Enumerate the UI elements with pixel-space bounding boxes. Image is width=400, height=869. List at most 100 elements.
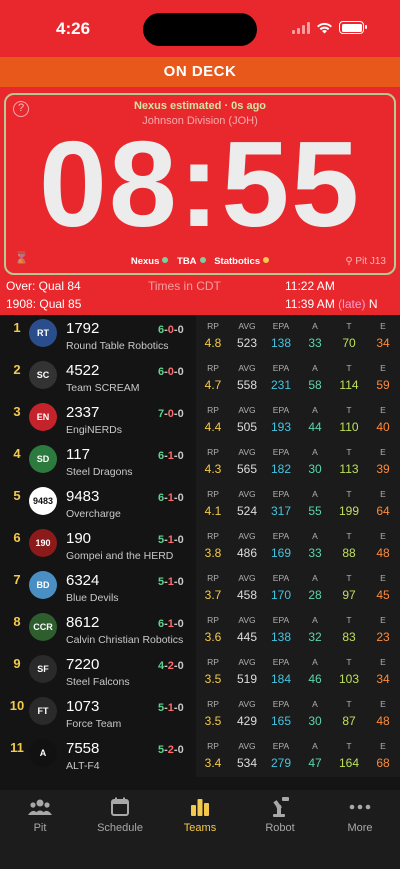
stat-value-epa: 279 — [270, 756, 292, 770]
stat-value-e: 64 — [376, 504, 390, 518]
stat-label-rp: RP — [207, 363, 219, 373]
stat-label-epa: EPA — [272, 573, 290, 583]
stat-label-rp: RP — [207, 615, 219, 625]
stat-value-rp: 3.5 — [204, 672, 222, 686]
team-logo: CCR — [29, 613, 57, 641]
stat-label-epa: EPA — [272, 615, 290, 625]
team-row[interactable]: 11 A 7558 ALT-F4 5-2-0 RP 3.4 AVG 534 EPA 279 A 47 T 1… — [0, 735, 400, 777]
stat-label-a: A — [312, 321, 318, 331]
stat-label-tele: T — [346, 657, 352, 667]
stat-value-e: 48 — [376, 714, 390, 728]
tab-schedule[interactable]: Schedule — [80, 796, 160, 834]
data-sources: Nexus TBA Statbotics — [6, 256, 394, 267]
match-timer-panel: ? Nexus estimated · 0s ago Johnson Divis… — [0, 87, 400, 315]
team-name: Blue Devils — [66, 592, 119, 604]
team-stats: RP 3.6 AVG 445 EPA 138 A 32 T 83 E 23 — [196, 609, 400, 651]
stat-label-a: A — [312, 405, 318, 415]
stat-label-e: E — [380, 489, 386, 499]
stat-label-a: A — [312, 363, 318, 373]
status-dot-tba — [199, 257, 206, 263]
team-row[interactable]: 1 RT 1792 Round Table Robotics 6-0-0 RP 4.8 AVG… — [0, 315, 400, 357]
stat-value-epa: 170 — [270, 588, 292, 602]
location-pin-icon: ⚲ — [345, 256, 353, 267]
record-ties: 0 — [177, 702, 184, 714]
source-nexus: Nexus — [131, 256, 169, 267]
team-row[interactable]: 8 CCR 8612 Calvin Christian Robotics 6-1-0 RP… — [0, 609, 400, 651]
stat-value-tele: 70 — [342, 336, 356, 350]
team-number: 2337 — [66, 404, 100, 421]
team-row[interactable]: 6 190 190 Gompei and the HERD 5-1-0 RP 3.8 AVG 4… — [0, 525, 400, 567]
stat-value-a: 55 — [308, 504, 322, 518]
dynamic-island — [143, 13, 257, 46]
stat-label-tele: T — [346, 699, 352, 709]
stat-label-e: E — [380, 447, 386, 457]
team-rank: 11 — [10, 740, 24, 755]
team-number: 4522 — [66, 362, 100, 379]
source-statbotics: Statbotics — [214, 256, 270, 267]
team-row[interactable]: 9 SF 7220 Steel Falcons 4-2-0 RP 3.5 AVG 519 EPA 1… — [0, 651, 400, 693]
record-ties: 0 — [177, 618, 184, 630]
tab-bar: Pit Schedule Teams Robot More — [0, 790, 400, 869]
stat-value-tele: 114 — [339, 378, 359, 392]
stat-label-tele: T — [346, 741, 352, 751]
team-row[interactable]: 3 EN 2337 EngiNERDs 7-0-0 RP 4.4 AVG 505 EPA 193 A 4… — [0, 399, 400, 441]
team-row[interactable]: 7 BD 6324 Blue Devils 5-1-0 RP 3.7 AVG 458 EPA 170… — [0, 567, 400, 609]
stat-label-e: E — [380, 573, 386, 583]
tab-robot[interactable]: Robot — [240, 796, 320, 834]
stat-label-e: E — [380, 657, 386, 667]
stat-value-tele: 164 — [338, 756, 360, 770]
team-number: 6324 — [66, 572, 100, 589]
record-ties: 0 — [177, 408, 184, 420]
team-row[interactable]: 2 SC 4522 Team SCREAM 6-0-0 RP 4.7 AVG 558 EPA 231… — [0, 357, 400, 399]
team-stats: RP 3.7 AVG 458 EPA 170 A 28 T 97 E 45 — [196, 567, 400, 609]
tab-more[interactable]: More — [320, 796, 400, 834]
stat-label-avg: AVG — [238, 573, 256, 583]
stat-value-epa: 231 — [270, 378, 292, 392]
stat-value-e: 39 — [376, 462, 390, 476]
team-record: 5-1-0 — [158, 534, 184, 546]
team-stats: RP 4.1 AVG 524 EPA 317 A 55 T 199 E 64 — [196, 483, 400, 525]
tab-pit[interactable]: Pit — [0, 796, 80, 834]
stat-label-rp: RP — [207, 657, 219, 667]
team-row[interactable]: 5 9483 9483 Overcharge 6-1-0 RP 4.1 AVG 524 EPA 31… — [0, 483, 400, 525]
team-row[interactable]: 4 SD 117 Steel Dragons 6-1-0 RP 4.3 AVG 565 EPA 18… — [0, 441, 400, 483]
stat-value-rp: 4.3 — [204, 462, 222, 476]
stat-value-a: 32 — [308, 630, 322, 644]
team-name: ALT-F4 — [66, 760, 100, 772]
stat-label-rp: RP — [207, 573, 219, 583]
team-stats: RP 3.8 AVG 486 EPA 169 A 33 T 88 E 48 — [196, 525, 400, 567]
record-ties: 0 — [177, 534, 184, 546]
stat-label-tele: T — [346, 489, 352, 499]
battery-icon — [339, 21, 367, 34]
stat-label-avg: AVG — [238, 405, 256, 415]
stat-value-epa: 182 — [270, 462, 292, 476]
team-name: Team SCREAM — [66, 382, 140, 394]
team-row[interactable]: 10 FT 1073 Force Team 5-1-0 RP 3.5 AVG 429 EPA 165… — [0, 693, 400, 735]
stat-value-avg: 524 — [236, 504, 258, 518]
timer-box[interactable]: ? Nexus estimated · 0s ago Johnson Divis… — [4, 93, 396, 275]
team-name: Force Team — [66, 718, 122, 730]
tab-teams[interactable]: Teams — [160, 796, 240, 834]
team-record: 6-0-0 — [158, 324, 184, 336]
stat-value-a: 28 — [308, 588, 322, 602]
stat-label-rp: RP — [207, 447, 219, 457]
stat-label-epa: EPA — [272, 489, 290, 499]
team-rank: 1 — [13, 320, 21, 335]
team-number: 1792 — [66, 320, 100, 337]
stat-label-avg: AVG — [238, 321, 256, 331]
team-rankings-list[interactable]: 1 RT 1792 Round Table Robotics 6-0-0 RP 4.8 AVG… — [0, 315, 400, 790]
stat-label-a: A — [312, 489, 318, 499]
bar-chart-icon — [160, 796, 240, 818]
team-number: 1073 — [66, 698, 100, 715]
team-logo: SC — [29, 361, 57, 389]
stat-label-avg: AVG — [238, 615, 256, 625]
stat-value-e: 45 — [376, 588, 390, 602]
stat-value-rp: 3.8 — [204, 546, 222, 560]
team-logo: 9483 — [29, 487, 57, 515]
record-ties: 0 — [177, 366, 184, 378]
team-record: 6-1-0 — [158, 618, 184, 630]
team-rank: 5 — [13, 488, 21, 503]
stat-value-a: 33 — [308, 546, 322, 560]
estimate-status: Nexus estimated · 0s ago — [133, 100, 267, 112]
team-logo: 190 — [29, 529, 57, 557]
